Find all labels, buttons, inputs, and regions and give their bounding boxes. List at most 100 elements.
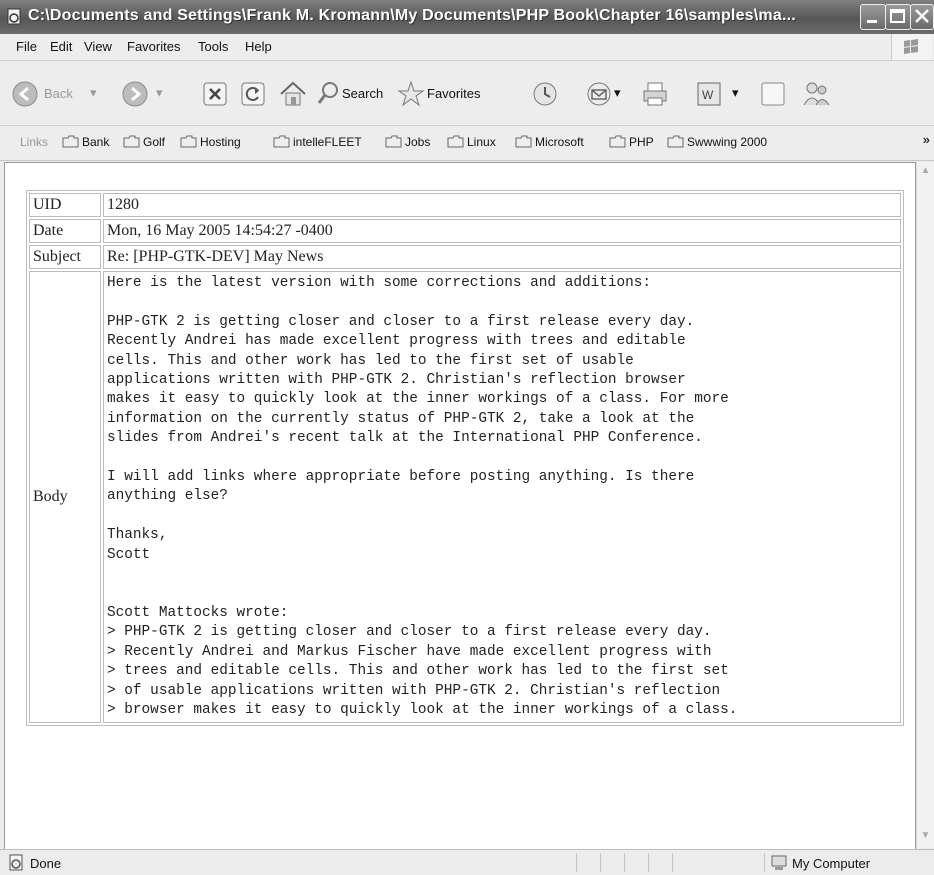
table-row: Body Here is the latest version with som…	[29, 271, 901, 724]
edit-word-button[interactable]: W ▾	[694, 79, 744, 109]
stop-icon	[203, 82, 227, 106]
folder-icon	[609, 135, 626, 148]
forward-dropdown-icon[interactable]: ▾	[156, 85, 163, 101]
refresh-button[interactable]	[240, 81, 266, 107]
print-button[interactable]	[640, 79, 670, 109]
browser-window: C:\Documents and Settings\Frank M. Kroma…	[0, 0, 934, 875]
refresh-icon	[241, 82, 265, 106]
subject-label: Subject	[29, 245, 101, 269]
scroll-up-icon[interactable]: ▲	[919, 165, 932, 178]
folder-icon	[273, 135, 290, 148]
status-divider	[600, 853, 601, 872]
history-icon	[533, 82, 557, 106]
minimize-button[interactable]	[860, 4, 886, 30]
maximize-icon	[890, 9, 905, 23]
vertical-scrollbar[interactable]: ▲ ▼	[916, 162, 934, 848]
menu-file[interactable]: File	[16, 39, 37, 54]
menu-view[interactable]: View	[84, 39, 112, 54]
edit-dropdown-icon[interactable]: ▾	[732, 85, 739, 101]
mail-dropdown-icon[interactable]: ▾	[614, 85, 621, 101]
table-row: Date Mon, 16 May 2005 14:54:27 -0400	[29, 219, 901, 243]
search-icon	[317, 82, 338, 104]
printer-icon	[643, 82, 667, 106]
maximize-button[interactable]	[885, 4, 911, 30]
link-jobs[interactable]: Jobs	[405, 135, 430, 149]
menu-tools[interactable]: Tools	[198, 39, 228, 54]
folder-icon	[62, 135, 79, 148]
menu-bar: File Edit View Favorites Tools Help	[0, 34, 934, 61]
folder-icon	[447, 135, 464, 148]
links-bar: Links Bank Golf Hosting intelleFLEET Job…	[0, 126, 934, 161]
menu-edit[interactable]: Edit	[50, 39, 72, 54]
forward-button[interactable]: ▾	[120, 79, 180, 109]
standard-toolbar: Back ▾ ▾ Search Favorites ▾ W ▾	[0, 61, 934, 126]
back-button[interactable]: Back ▾	[10, 79, 110, 109]
status-divider	[672, 853, 673, 872]
link-microsoft[interactable]: Microsoft	[535, 135, 584, 149]
status-divider	[624, 853, 625, 872]
link-php[interactable]: PHP	[629, 135, 654, 149]
link-swwwing-2000[interactable]: Swwwing 2000	[687, 135, 767, 149]
messenger-button[interactable]	[800, 79, 834, 109]
subject-value: Re: [PHP-GTK-DEV] May News	[103, 245, 901, 269]
menu-help[interactable]: Help	[245, 39, 272, 54]
home-button[interactable]	[278, 79, 308, 109]
mail-button[interactable]: ▾	[584, 79, 628, 109]
forward-arrow-icon	[122, 81, 148, 107]
search-label: Search	[342, 86, 384, 101]
status-divider	[648, 853, 649, 872]
status-divider	[764, 853, 765, 872]
link-hosting[interactable]: Hosting	[200, 135, 241, 149]
windows-flag-throbber	[891, 34, 932, 60]
link-intellefleet[interactable]: intelleFLEET	[293, 135, 362, 149]
favorites-button[interactable]: Favorites	[396, 79, 496, 109]
uid-label: UID	[29, 193, 101, 217]
status-bar: Done My Computer	[0, 849, 934, 875]
folder-icon	[515, 135, 532, 148]
links-label: Links	[20, 135, 49, 149]
windows-logo-icon	[904, 39, 918, 54]
search-button[interactable]: Search	[316, 79, 392, 109]
home-icon	[280, 81, 306, 106]
back-label: Back	[44, 86, 73, 101]
window-title: C:\Documents and Settings\Frank M. Kroma…	[28, 7, 796, 24]
security-zone: My Computer	[792, 856, 871, 871]
minimize-icon	[867, 20, 877, 23]
mail-table: UID 1280 Date Mon, 16 May 2005 14:54:27 …	[26, 190, 904, 727]
word-document-icon: W	[697, 82, 721, 106]
stop-button[interactable]	[202, 81, 228, 107]
link-golf[interactable]: Golf	[143, 135, 165, 149]
back-dropdown-icon[interactable]: ▾	[90, 85, 97, 101]
body-label: Body	[29, 271, 101, 724]
status-text: Done	[30, 856, 62, 871]
my-computer-icon	[771, 855, 787, 870]
menu-favorites[interactable]: Favorites	[127, 39, 180, 54]
folder-icon	[123, 135, 140, 148]
table-row: Subject Re: [PHP-GTK-DEV] May News	[29, 245, 901, 269]
discuss-button[interactable]	[760, 81, 786, 107]
status-divider	[576, 853, 577, 872]
close-icon	[915, 9, 929, 23]
favorites-label: Favorites	[427, 86, 481, 101]
link-linux[interactable]: Linux	[467, 135, 496, 149]
history-button[interactable]	[530, 79, 560, 109]
scroll-down-icon[interactable]: ▼	[919, 830, 932, 843]
title-bar: C:\Documents and Settings\Frank M. Kroma…	[0, 0, 934, 34]
date-value: Mon, 16 May 2005 14:54:27 -0400	[103, 219, 901, 243]
links-overflow-chevron[interactable]: »	[923, 132, 930, 147]
ie-page-icon	[9, 854, 23, 871]
uid-value: 1280	[103, 193, 901, 217]
folder-icon	[667, 135, 684, 148]
close-button[interactable]	[910, 4, 934, 30]
link-bank[interactable]: Bank	[82, 135, 109, 149]
body-value: Here is the latest version with some cor…	[103, 271, 901, 724]
folder-icon	[385, 135, 402, 148]
messenger-people-icon	[803, 82, 830, 106]
folder-icon	[180, 135, 197, 148]
back-arrow-icon	[12, 81, 38, 107]
ie-page-icon	[7, 8, 21, 25]
star-icon	[397, 80, 425, 107]
date-label: Date	[29, 219, 101, 243]
discuss-icon	[761, 82, 785, 106]
mail-icon	[587, 82, 611, 106]
